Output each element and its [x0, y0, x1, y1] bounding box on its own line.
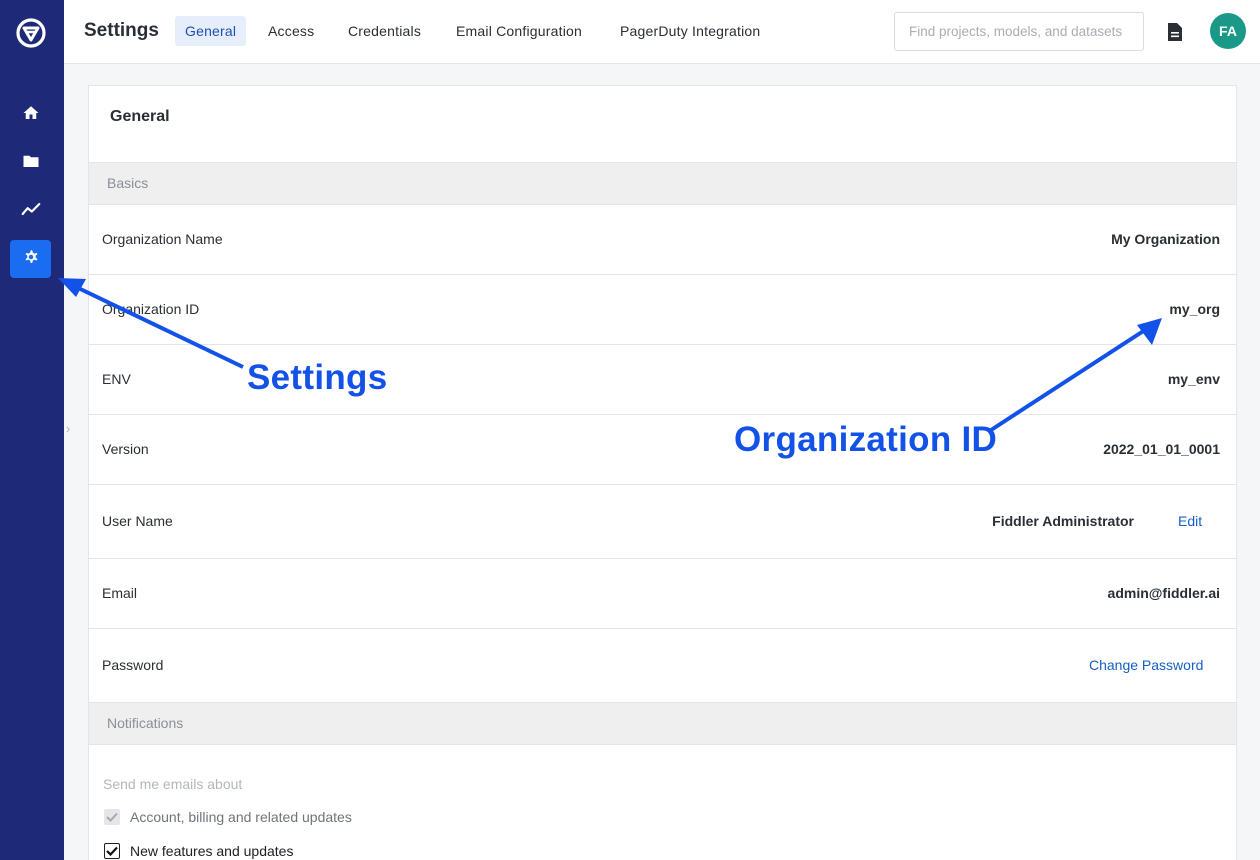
- general-card: General Basics Organization Name My Orga…: [88, 85, 1237, 860]
- avatar[interactable]: FA: [1210, 13, 1246, 49]
- row-organization-id: Organization ID my_org: [89, 275, 1236, 345]
- search-input[interactable]: [894, 12, 1144, 51]
- chart-line-icon: [21, 199, 41, 224]
- tab-email-configuration[interactable]: Email Configuration: [446, 16, 592, 46]
- checkbox-label: New features and updates: [130, 843, 294, 859]
- tab-access[interactable]: Access: [258, 16, 324, 46]
- sidebar: [0, 0, 64, 860]
- row-value: My Organization: [1111, 231, 1220, 247]
- row-label: Organization Name: [102, 231, 223, 247]
- card-title: General: [110, 108, 170, 125]
- notification-option-features[interactable]: New features and updates: [104, 843, 293, 859]
- nav-home[interactable]: [10, 96, 51, 134]
- row-label: Password: [102, 657, 164, 673]
- nav-settings[interactable]: [10, 240, 51, 278]
- row-label: User Name: [102, 513, 173, 529]
- checkbox-label: Account, billing and related updates: [130, 809, 352, 825]
- row-label: ENV: [102, 371, 131, 387]
- row-value: Fiddler Administrator: [992, 513, 1134, 529]
- tab-general[interactable]: General: [175, 16, 247, 46]
- notifications-caption: Send me emails about: [103, 776, 243, 792]
- tab-pagerduty-integration[interactable]: PagerDuty Integration: [610, 16, 770, 46]
- row-user-name: User Name Fiddler Administrator Edit: [89, 485, 1236, 559]
- nav-projects[interactable]: [10, 144, 51, 182]
- row-password: Password Change Password: [89, 629, 1236, 703]
- row-value: admin@fiddler.ai: [1107, 585, 1220, 601]
- gear-icon: [22, 248, 40, 271]
- tab-credentials[interactable]: Credentials: [338, 16, 431, 46]
- row-label: Organization ID: [102, 301, 200, 317]
- edit-user-name-link[interactable]: Edit: [1178, 513, 1202, 529]
- folder-icon: [22, 152, 40, 175]
- notifications-section-header: Notifications: [89, 702, 1236, 745]
- checkbox-account-billing[interactable]: [104, 809, 120, 825]
- topbar: Settings General Access Credentials Emai…: [64, 0, 1260, 64]
- change-password-link[interactable]: Change Password: [1089, 657, 1203, 673]
- row-email: Email admin@fiddler.ai: [89, 559, 1236, 629]
- row-label: Email: [102, 585, 138, 601]
- row-value: my_env: [1167, 371, 1220, 387]
- organization-id-annotation: Organization ID: [734, 420, 998, 459]
- row-value: 2022_01_01_0001: [1103, 441, 1220, 457]
- settings-annotation: Settings: [247, 358, 388, 397]
- notification-option-account[interactable]: Account, billing and related updates: [104, 809, 352, 825]
- nav-monitoring[interactable]: [10, 192, 51, 230]
- checkbox-new-features[interactable]: [104, 843, 120, 859]
- sidebar-collapse-handle[interactable]: ›: [66, 421, 70, 436]
- page-title: Settings: [84, 20, 159, 41]
- basics-section-header: Basics: [89, 162, 1236, 205]
- fiddler-logo-icon[interactable]: [16, 18, 46, 48]
- document-icon[interactable]: [1166, 22, 1184, 47]
- row-organization-name: Organization Name My Organization: [89, 205, 1236, 275]
- row-label: Version: [102, 441, 149, 457]
- home-icon: [22, 104, 40, 127]
- row-version: Version 2022_01_01_0001: [89, 415, 1236, 485]
- row-value: my_org: [1169, 301, 1220, 317]
